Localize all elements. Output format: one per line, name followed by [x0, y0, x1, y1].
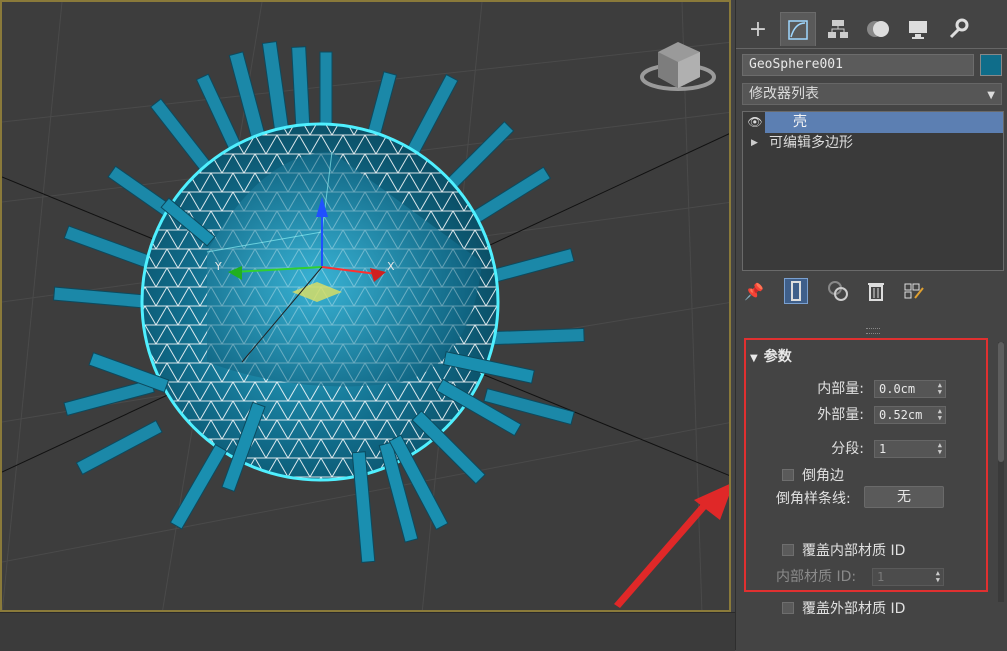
configure-sets-icon — [904, 283, 924, 299]
command-panel-tabs: + — [736, 8, 1007, 48]
plus-icon: + — [748, 16, 768, 42]
override-outer-mat-label: 覆盖外部材质 ID — [802, 601, 906, 617]
viewport-statusbar — [0, 612, 735, 651]
override-inner-mat-checkbox[interactable] — [782, 544, 794, 556]
annotation-arrow — [614, 484, 729, 608]
show-end-result-button[interactable] — [784, 278, 808, 304]
segments-value: 1 — [879, 442, 887, 456]
expand-triangle-icon[interactable]: ▶ — [751, 133, 758, 154]
spinner-arrows-icon[interactable]: ▲ ▼ — [938, 408, 942, 422]
bevel-spline-label: 倒角样条线: — [776, 491, 851, 507]
inner-amount-spinner[interactable]: 0.0cm ▲ ▼ — [874, 380, 946, 398]
override-inner-mat-label: 覆盖内部材质 ID — [802, 543, 906, 559]
show-end-result-icon — [791, 281, 801, 301]
inner-mat-id-spinner[interactable]: 1 ▲ ▼ — [872, 568, 944, 586]
bevel-edges-label: 倒角边 — [802, 468, 844, 484]
gizmo-y-label: Y — [214, 260, 222, 273]
trash-icon — [868, 283, 884, 301]
create-tab[interactable]: + — [740, 12, 776, 46]
tab-divider — [736, 48, 1007, 49]
make-unique-button[interactable] — [826, 278, 850, 304]
eye-icon[interactable]: 👁 — [745, 112, 765, 133]
perspective-viewport[interactable]: Y X — [0, 0, 731, 612]
display-tab[interactable] — [900, 12, 936, 46]
modifier-list-dropdown[interactable]: 修改器列表 ▼ — [742, 83, 1002, 105]
outer-amount-spinner[interactable]: 0.52cm ▲ ▼ — [874, 406, 946, 424]
make-unique-icon — [828, 281, 848, 301]
hierarchy-icon — [828, 20, 848, 38]
gizmo-x-label: X — [387, 260, 395, 273]
inner-amount-label: 内部量: — [817, 381, 864, 397]
inner-amount-value: 0.0cm — [879, 382, 916, 396]
inner-mat-id-value: 1 — [877, 570, 885, 584]
motion-icon — [867, 21, 889, 37]
stack-item-label: 壳 — [793, 114, 807, 130]
override-outer-mat-checkbox[interactable] — [782, 602, 794, 614]
segments-spinner[interactable]: 1 ▲ ▼ — [874, 440, 946, 458]
stack-item-shell[interactable]: 👁 壳 — [745, 112, 1003, 133]
stack-toolbar: 📌 — [742, 278, 1004, 304]
rollout-title: 参数 — [763, 349, 792, 365]
rollout-divider-grip[interactable] — [866, 328, 880, 334]
parameters-rollout: ▼ 参数 内部量: 0.0cm ▲ ▼ 外部量: 0.52cm ▲ ▼ 分段: 1 ▲ ▼ 倒… — [744, 338, 988, 592]
scrollbar-thumb[interactable] — [998, 342, 1004, 462]
command-panel-scrollbar[interactable] — [998, 342, 1004, 602]
bevel-spline-button[interactable]: 无 — [864, 486, 944, 508]
stack-item-label: 可编辑多边形 — [769, 135, 853, 151]
chevron-down-icon: ▼ — [987, 90, 995, 101]
modify-icon — [788, 19, 808, 40]
modify-tab[interactable] — [780, 12, 816, 46]
spinner-arrows-icon[interactable]: ▲ ▼ — [936, 570, 940, 584]
bevel-edges-checkbox[interactable] — [782, 469, 794, 481]
modifier-stack: 👁 壳 ▶ 可编辑多边形 — [742, 111, 1004, 271]
stack-item-editable-poly[interactable]: ▶ 可编辑多边形 — [743, 133, 1003, 154]
modifier-list-label: 修改器列表 — [749, 86, 819, 102]
command-panel: + GeoSphere001 修改器列表 ▼ 👁 壳 ▶ 可编辑多边形 📌 ▼ … — [735, 0, 1007, 650]
spinner-arrows-icon[interactable]: ▲ ▼ — [938, 382, 942, 396]
object-name-field[interactable]: GeoSphere001 — [742, 54, 974, 76]
pin-icon: 📌 — [744, 281, 764, 301]
rollout-header[interactable]: ▼ 参数 — [750, 346, 792, 366]
motion-tab[interactable] — [860, 12, 896, 46]
pin-stack-button[interactable]: 📌 — [742, 278, 766, 304]
spinner-arrows-icon[interactable]: ▲ ▼ — [938, 442, 942, 456]
outer-amount-label: 外部量: — [817, 407, 864, 423]
viewcube-icon — [640, 42, 716, 91]
outer-amount-value: 0.52cm — [879, 408, 923, 422]
utilities-tab[interactable] — [940, 12, 976, 46]
inner-mat-id-label: 内部材质 ID: — [776, 569, 857, 585]
segments-label: 分段: — [831, 441, 864, 457]
object-color-swatch[interactable] — [980, 54, 1002, 76]
viewport-scene: Y X — [2, 2, 729, 610]
wrench-icon — [949, 18, 969, 39]
configure-modifier-sets-button[interactable] — [902, 278, 926, 304]
hierarchy-tab[interactable] — [820, 12, 856, 46]
collapse-triangle-icon: ▼ — [750, 353, 758, 364]
display-icon — [909, 21, 927, 39]
remove-modifier-button[interactable] — [864, 278, 888, 304]
